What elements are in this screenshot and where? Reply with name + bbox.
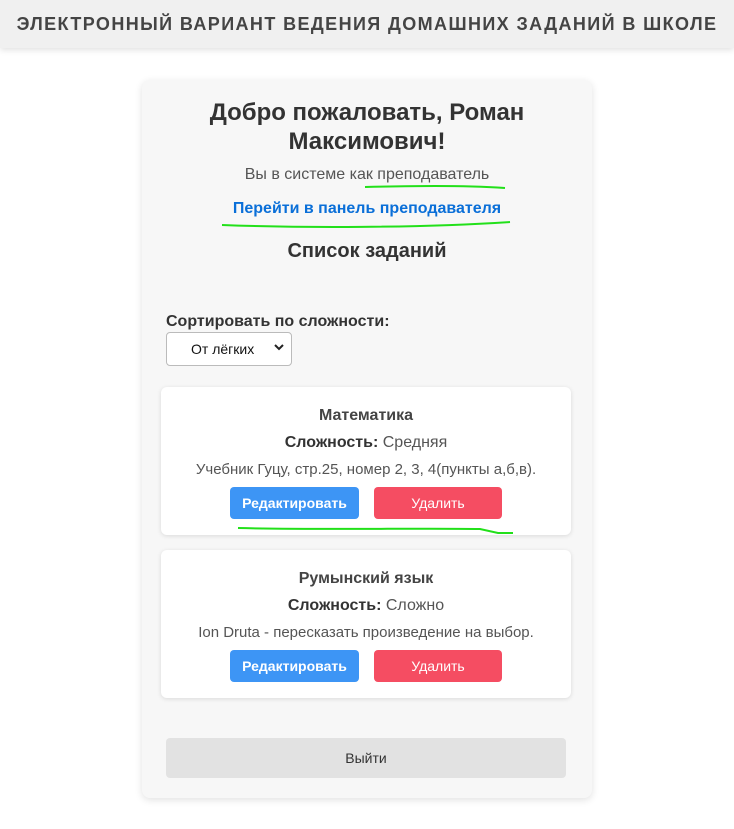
task-card-romanian: Румынский язык Сложность: Сложно Ion Dru… — [161, 550, 571, 698]
task-description: Учебник Гуцу, стр.25, номер 2, 3, 4(пунк… — [195, 461, 537, 478]
difficulty-value: Сложно — [385, 597, 445, 614]
site-title: ЭЛЕКТРОННЫЙ ВАРИАНТ ВЕДЕНИЯ ДОМАШНИХ ЗАД… — [16, 13, 718, 34]
task-difficulty: Сложность: Средняя — [161, 434, 571, 452]
task-description: Ion Druta - пересказать произведение на … — [198, 624, 534, 641]
top-header: ЭЛЕКТРОННЫЙ ВАРИАНТ ВЕДЕНИЯ ДОМАШНИХ ЗАД… — [0, 0, 734, 48]
role-text: Вы в системе как преподаватель — [244, 166, 490, 183]
task-subject: Румынский язык — [298, 570, 434, 587]
difficulty-label: Сложность: — [287, 597, 382, 614]
difficulty-value: Средняя — [382, 434, 448, 451]
task-card-math: Математика Сложность: Средняя Учебник Гу… — [161, 387, 571, 535]
delete-button[interactable]: Удалить — [374, 650, 502, 682]
main-card: Добро пожаловать, Роман Максимович! Вы в… — [142, 80, 592, 798]
welcome-line-2: Максимович! — [288, 128, 446, 155]
edit-button[interactable]: Редактировать — [230, 650, 359, 682]
sort-select[interactable]: От лёгких — [166, 332, 292, 366]
difficulty-label: Сложность: — [284, 434, 379, 451]
task-subject: Математика — [318, 407, 414, 424]
welcome-heading: Добро пожаловать, Роман Максимович! — [142, 98, 592, 156]
teacher-panel-link[interactable]: Перейти в панель преподавателя — [142, 200, 592, 218]
tasks-heading: Список заданий — [287, 240, 447, 262]
task-difficulty: Сложность: Сложно — [161, 597, 571, 615]
chevron-down-icon — [274, 344, 284, 351]
delete-button[interactable]: Удалить — [374, 487, 502, 519]
sort-selected-value: От лёгких — [191, 341, 255, 357]
edit-button[interactable]: Редактировать — [230, 487, 359, 519]
logout-button[interactable]: Выйти — [166, 738, 566, 778]
sort-label: Сортировать по сложности: — [166, 313, 390, 330]
welcome-line-1: Добро пожаловать, Роман — [209, 99, 525, 126]
